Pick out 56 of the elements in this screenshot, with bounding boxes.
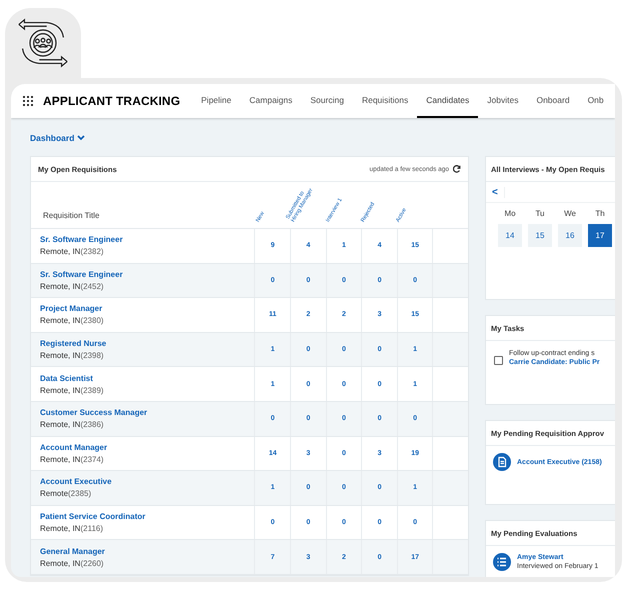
requisition-id: (2398)	[80, 351, 104, 360]
location-text: Remote, IN	[40, 247, 80, 256]
nav-tab[interactable]: Candidates	[417, 84, 478, 118]
date-button[interactable]: 14	[498, 224, 522, 247]
document-icon	[493, 453, 511, 471]
requisition-link[interactable]: Account Executive	[40, 477, 254, 486]
location-text: Remote, IN	[40, 316, 80, 326]
location-text: Remote, IN	[40, 524, 80, 534]
nav-tab[interactable]: Pipeline	[192, 84, 240, 118]
nav-tab[interactable]: Onboard	[527, 84, 579, 118]
refresh-icon[interactable]	[453, 165, 461, 173]
dashboard-dropdown[interactable]: Dashboard	[30, 133, 86, 143]
requisition-id: (2389)	[80, 386, 104, 395]
requisition-id: (2380)	[80, 316, 104, 326]
location-text: Remote, IN	[40, 282, 80, 291]
nav-tab[interactable]: Jobvites	[478, 84, 528, 118]
requisition-link[interactable]: General Manager	[40, 546, 254, 556]
nav-tab[interactable]: Requisitions	[352, 84, 418, 118]
requisition-id: (2374)	[80, 454, 104, 464]
requisition-link[interactable]: Customer Success Manager	[40, 408, 254, 418]
task-checkbox[interactable]	[494, 356, 503, 365]
date-button[interactable]: 16	[558, 224, 582, 247]
weekday-label: We	[564, 209, 576, 218]
nav-tab[interactable]: Campaigns	[240, 84, 302, 118]
requisition-link[interactable]: Patient Service Coordinator	[40, 512, 254, 522]
requisition-id: (2386)	[80, 420, 104, 430]
location-text: Remote, IN	[40, 351, 80, 360]
requisition-id: (2452)	[80, 282, 104, 291]
requisition-link[interactable]: Registered Nurse	[40, 339, 254, 348]
weekday-label: Mo	[504, 209, 516, 218]
location-text: Remote, IN	[40, 454, 80, 464]
list-icon	[493, 553, 511, 571]
nav-tab[interactable]: Sourcing	[301, 84, 353, 118]
weekday-label: Tu	[535, 209, 545, 218]
app-grid-icon[interactable]	[23, 96, 33, 106]
location-text: Remote, IN	[40, 386, 80, 395]
date-button[interactable]: 17	[588, 224, 612, 247]
requisition-link[interactable]: Sr. Software Engineer	[40, 270, 254, 279]
location-text: Remote, IN	[40, 558, 80, 568]
requisition-id: (2260)	[80, 558, 104, 568]
requisition-id: (2385)	[68, 489, 92, 498]
location-text: Remote, IN	[40, 420, 80, 430]
app-title: APPLICANT TRACKING	[43, 94, 180, 108]
date-button[interactable]: 15	[528, 224, 552, 247]
column-header: Requisition Title	[43, 211, 100, 220]
chevron-down-icon[interactable]	[77, 135, 86, 141]
weekday-label: Th	[595, 209, 605, 218]
requisition-link[interactable]: Account Manager	[40, 442, 254, 452]
requisition-link[interactable]: Project Manager	[40, 304, 254, 314]
previous-button[interactable]: <	[486, 186, 505, 198]
nav-tab[interactable]: Onb	[578, 84, 613, 118]
location-text: Remote	[40, 489, 68, 498]
requisition-link[interactable]: Sr. Software Engineer	[40, 235, 254, 244]
requisition-id: (2116)	[80, 524, 103, 534]
requisition-link[interactable]: Data Scientist	[40, 374, 254, 383]
requisition-id: (2382)	[80, 247, 104, 256]
